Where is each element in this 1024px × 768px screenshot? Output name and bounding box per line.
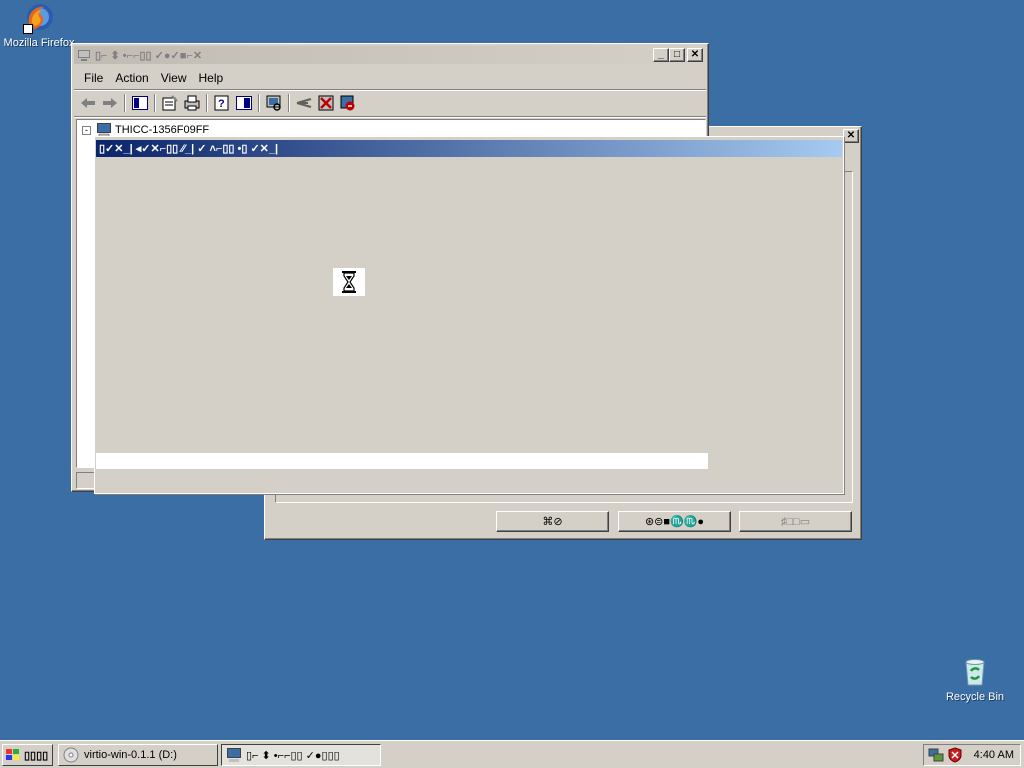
mmc-title: ▯⌐ ⬍ •⌐⌐▯▯ ✓●✓■⌐✕ — [95, 49, 203, 62]
background-button-1[interactable]: ⌘⊘ — [496, 511, 609, 532]
task-virtio-win[interactable]: virtio-win-0.1.1 (D:) — [58, 744, 218, 766]
help-topics-icon[interactable] — [233, 92, 255, 114]
tree-root-label[interactable]: THICC-1356F09FF — [115, 124, 209, 136]
close-button[interactable]: ✕ — [687, 48, 703, 62]
start-label: ▯▯▯▯ — [24, 749, 49, 762]
properties-icon[interactable] — [159, 92, 181, 114]
mmc-titlebar: ▯⌐ ⬍ •⌐⌐▯▯ ✓●✓■⌐✕ — [74, 46, 706, 64]
back-arrow-icon[interactable] — [77, 92, 99, 114]
menu-help[interactable]: Help — [193, 71, 230, 85]
menu-action[interactable]: Action — [109, 71, 154, 85]
desktop-icon-firefox[interactable]: ↗ Mozilla Firefox — [2, 2, 76, 49]
show-hide-tree-icon[interactable] — [129, 92, 151, 114]
print-icon[interactable] — [181, 92, 203, 114]
menu-view[interactable]: View — [155, 71, 193, 85]
system-tray: 4:40 AM — [923, 744, 1021, 766]
dialog-title: ▯✓✕_| ◂✓✕⌐▯▯ ⁄⁄_| ✓ ˄⌐▯▯ •▯ ✓✕_| — [99, 143, 279, 155]
foreground-dialog: ▯✓✕_| ◂✓✕⌐▯▯ ⁄⁄_| ✓ ˄⌐▯▯ •▯ ✓✕_| — [94, 136, 844, 494]
taskbar: ▯▯▯▯ virtio-win-0.1.1 (D:) ▯⌐ ⬍ •⌐⌐▯▯ ✓●… — [0, 740, 1024, 768]
firefox-icon: ↗ — [23, 2, 55, 34]
forward-arrow-icon[interactable] — [99, 92, 121, 114]
recycle-bin-icon — [959, 656, 991, 688]
task-virtio-label: virtio-win-0.1.1 (D:) — [84, 749, 177, 761]
menu-file[interactable]: File — [78, 71, 109, 85]
dialog-bottom-strip — [96, 453, 708, 469]
dialog-titlebar: ▯✓✕_| ◂✓✕⌐▯▯ ⁄⁄_| ✓ ˄⌐▯▯ •▯ ✓✕_| — [96, 140, 842, 157]
scan-hardware-icon[interactable] — [263, 92, 285, 114]
start-button[interactable]: ▯▯▯▯ — [2, 744, 53, 766]
cd-drive-icon — [63, 747, 79, 763]
desktop-icon-recycle-bin[interactable]: Recycle Bin — [938, 656, 1012, 703]
update-driver-icon[interactable] — [293, 92, 315, 114]
minimize-button[interactable]: _ — [653, 48, 669, 62]
toolbar: ? — [77, 91, 359, 115]
network-icon[interactable] — [928, 747, 944, 763]
maximize-button[interactable]: □ — [669, 48, 685, 62]
clock: 4:40 AM — [973, 749, 1014, 761]
background-button-2[interactable]: ⊛⊜■♏♏● — [618, 511, 731, 532]
firefox-label: Mozilla Firefox — [3, 37, 75, 49]
computer-icon — [77, 49, 91, 61]
hourglass-icon — [333, 268, 365, 296]
help-icon[interactable]: ? — [211, 92, 233, 114]
svg-text:?: ? — [218, 98, 225, 110]
task-device-manager[interactable]: ▯⌐ ⬍ •⌐⌐▯▯ ✓●▯▯▯ — [221, 744, 381, 766]
computer-icon — [226, 748, 242, 762]
background-button-3[interactable]: ♯□□▭ — [739, 511, 852, 532]
disable-device-icon[interactable] — [315, 92, 337, 114]
task-device-label: ▯⌐ ⬍ •⌐⌐▯▯ ✓●▯▯▯ — [246, 749, 340, 762]
background-close-button[interactable]: ✕ — [843, 129, 859, 143]
recycle-bin-label: Recycle Bin — [945, 691, 1005, 703]
dialog-body — [96, 157, 842, 453]
computer-icon — [96, 123, 112, 138]
collapse-icon[interactable]: - — [82, 125, 91, 135]
menu-bar: File Action View Help — [78, 68, 229, 87]
security-shield-icon[interactable] — [947, 747, 963, 763]
uninstall-device-icon[interactable] — [337, 92, 359, 114]
windows-logo-icon — [5, 748, 21, 762]
